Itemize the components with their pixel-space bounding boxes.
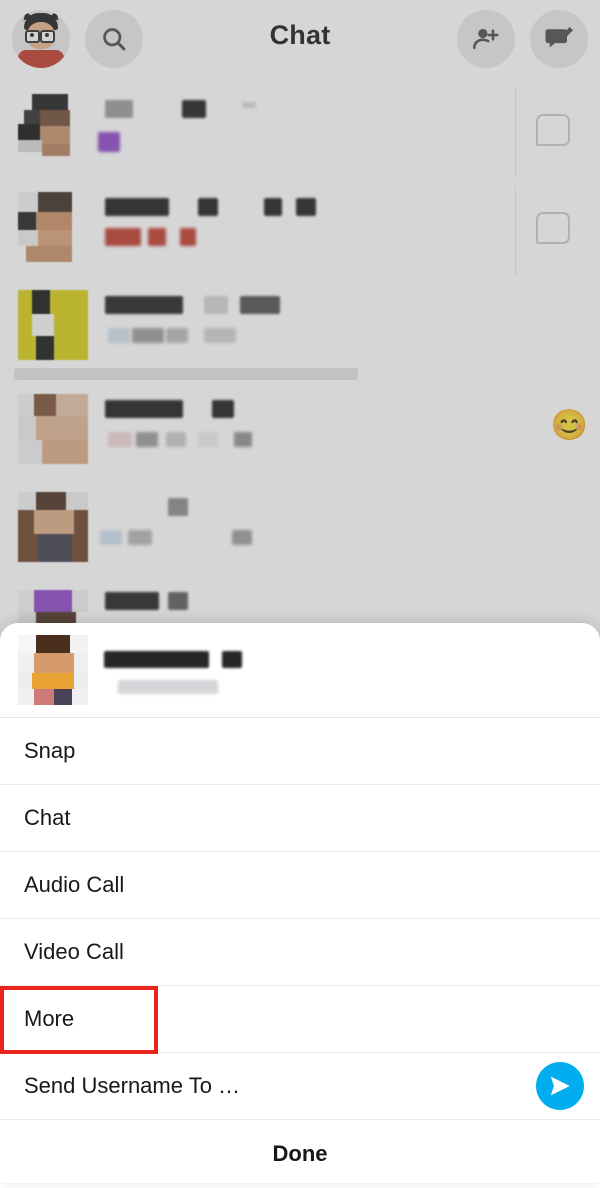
chat-list: 😊 <box>0 80 600 640</box>
top-bar: Chat <box>0 0 600 80</box>
avatar <box>18 394 88 464</box>
new-chat-button[interactable] <box>530 10 588 68</box>
avatar <box>18 94 88 164</box>
sheet-item-snap[interactable]: Snap <box>0 718 600 785</box>
list-item[interactable]: 😊 <box>0 380 600 478</box>
contact-subtitle-redacted <box>118 680 218 694</box>
sheet-item-label: Snap <box>24 738 76 763</box>
sheet-item-label: Audio Call <box>24 872 125 897</box>
sheet-item-label: Send Username To … <box>24 1073 241 1098</box>
contact-name-redacted <box>104 651 209 668</box>
add-friend-icon <box>472 28 499 50</box>
reaction-emoji: 😊 <box>550 409 588 442</box>
sheet-item-label: More <box>24 1006 75 1031</box>
send-arrow-icon <box>550 1076 570 1096</box>
avatar <box>18 290 88 360</box>
avatar <box>18 492 88 562</box>
action-sheet: Snap Chat Audio Call Video Call More Sen… <box>0 623 600 1183</box>
chat-bubble-icon[interactable] <box>536 114 570 146</box>
chat-bubble-icon[interactable] <box>536 212 570 244</box>
avatar <box>18 192 88 262</box>
contact-name-redacted-2 <box>222 651 242 668</box>
sheet-item-video-call[interactable]: Video Call <box>0 919 600 986</box>
list-item[interactable] <box>0 80 600 178</box>
list-item[interactable] <box>0 178 600 276</box>
sheet-item-label: Video Call <box>24 939 124 964</box>
list-item[interactable] <box>0 276 600 374</box>
list-item[interactable] <box>0 478 600 576</box>
sheet-item-audio-call[interactable]: Audio Call <box>0 852 600 919</box>
done-label: Done <box>272 1141 328 1166</box>
done-button[interactable]: Done <box>0 1120 600 1188</box>
new-chat-icon <box>545 27 573 48</box>
add-friend-button[interactable] <box>457 10 515 68</box>
sheet-item-more[interactable]: More <box>0 986 600 1054</box>
sheet-item-label: Chat <box>24 805 71 830</box>
sheet-item-chat[interactable]: Chat <box>0 785 600 852</box>
avatar <box>18 635 88 705</box>
sheet-item-send-username[interactable]: Send Username To … <box>0 1053 600 1120</box>
sheet-contact-header <box>0 623 600 718</box>
send-button[interactable] <box>536 1062 584 1110</box>
